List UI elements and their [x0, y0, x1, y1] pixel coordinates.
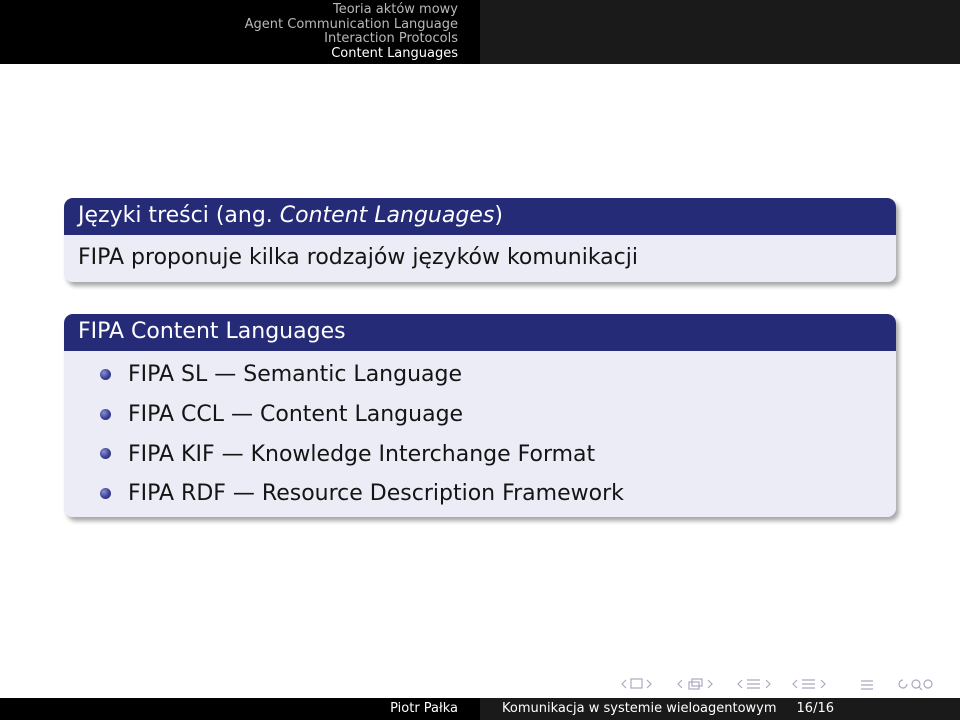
bullet-icon [100, 408, 111, 420]
block-title: FIPA Content Languages [64, 314, 896, 351]
document-prev-icon[interactable] [792, 679, 798, 689]
nav-section-content-languages[interactable]: Content Languages [331, 46, 458, 62]
content-languages-block: Języki treści (ang. Content Languages) F… [64, 198, 896, 282]
navigation-symbols [621, 678, 933, 691]
nav-section-speech-acts[interactable]: Teoria aktów mowy [333, 2, 458, 18]
document-next-icon[interactable] [820, 679, 826, 689]
nav-section-interaction-protocols[interactable]: Interaction Protocols [324, 31, 458, 47]
section-navigation: Teoria aktów mowy Agent Communication La… [0, 0, 480, 64]
footer-title-panel: Komunikacja w systemie wieloagentowym 16… [480, 698, 960, 720]
document-icon [802, 679, 815, 689]
align-icon[interactable] [861, 680, 873, 690]
section-icon [747, 679, 760, 689]
footer-title: Komunikacja w systemie wieloagentowym [502, 701, 777, 716]
list-item-text: FIPA SL — Semantic Language [128, 362, 463, 388]
list-item: FIPA SL — Semantic Language [64, 355, 896, 395]
list-item-text: FIPA CCL — Content Language [128, 402, 464, 428]
bullet-icon [100, 448, 111, 460]
fipa-content-languages-block: FIPA Content Languages FIPA SL — Semanti… [64, 314, 896, 517]
header-right-panel [480, 0, 960, 64]
search-icon[interactable] [898, 679, 933, 691]
block-title-prefix: Języki treści (ang. [78, 203, 280, 228]
list-item-text: FIPA RDF — Resource Description Framewor… [128, 481, 624, 507]
list-item-text: FIPA KIF — Knowledge Interchange Format [128, 441, 596, 467]
frame-prev-icon[interactable] [621, 679, 627, 689]
subsection-next-icon[interactable] [707, 679, 713, 689]
bullet-icon [100, 488, 111, 500]
frame-icon [630, 678, 643, 689]
block-title-suffix: ) [494, 203, 503, 228]
header: Teoria aktów mowy Agent Communication La… [0, 0, 960, 64]
page-number: 16/16 [796, 701, 834, 716]
list-item: FIPA RDF — Resource Description Framewor… [64, 474, 896, 514]
subsection-icon [688, 678, 703, 690]
section-next-icon[interactable] [765, 679, 771, 689]
footer: Piotr Pałka Komunikacja w systemie wielo… [0, 698, 960, 720]
nav-section-acl[interactable]: Agent Communication Language [245, 17, 458, 33]
section-prev-icon[interactable] [737, 679, 743, 689]
subsection-prev-icon[interactable] [677, 679, 683, 689]
footer-author: Piotr Pałka [0, 698, 480, 720]
frame-next-icon[interactable] [646, 679, 652, 689]
block-body: FIPA SL — Semantic Language FIPA CCL — C… [64, 351, 896, 517]
block-body: FIPA proponuje kilka rodzajów języków ko… [64, 235, 896, 282]
block-title-italic: Content Languages [279, 203, 495, 228]
list-item: FIPA CCL — Content Language [64, 395, 896, 435]
list-item: FIPA KIF — Knowledge Interchange Format [64, 434, 896, 474]
block-title: Języki treści (ang. Content Languages) [64, 198, 896, 235]
bullet-icon [100, 369, 111, 380]
